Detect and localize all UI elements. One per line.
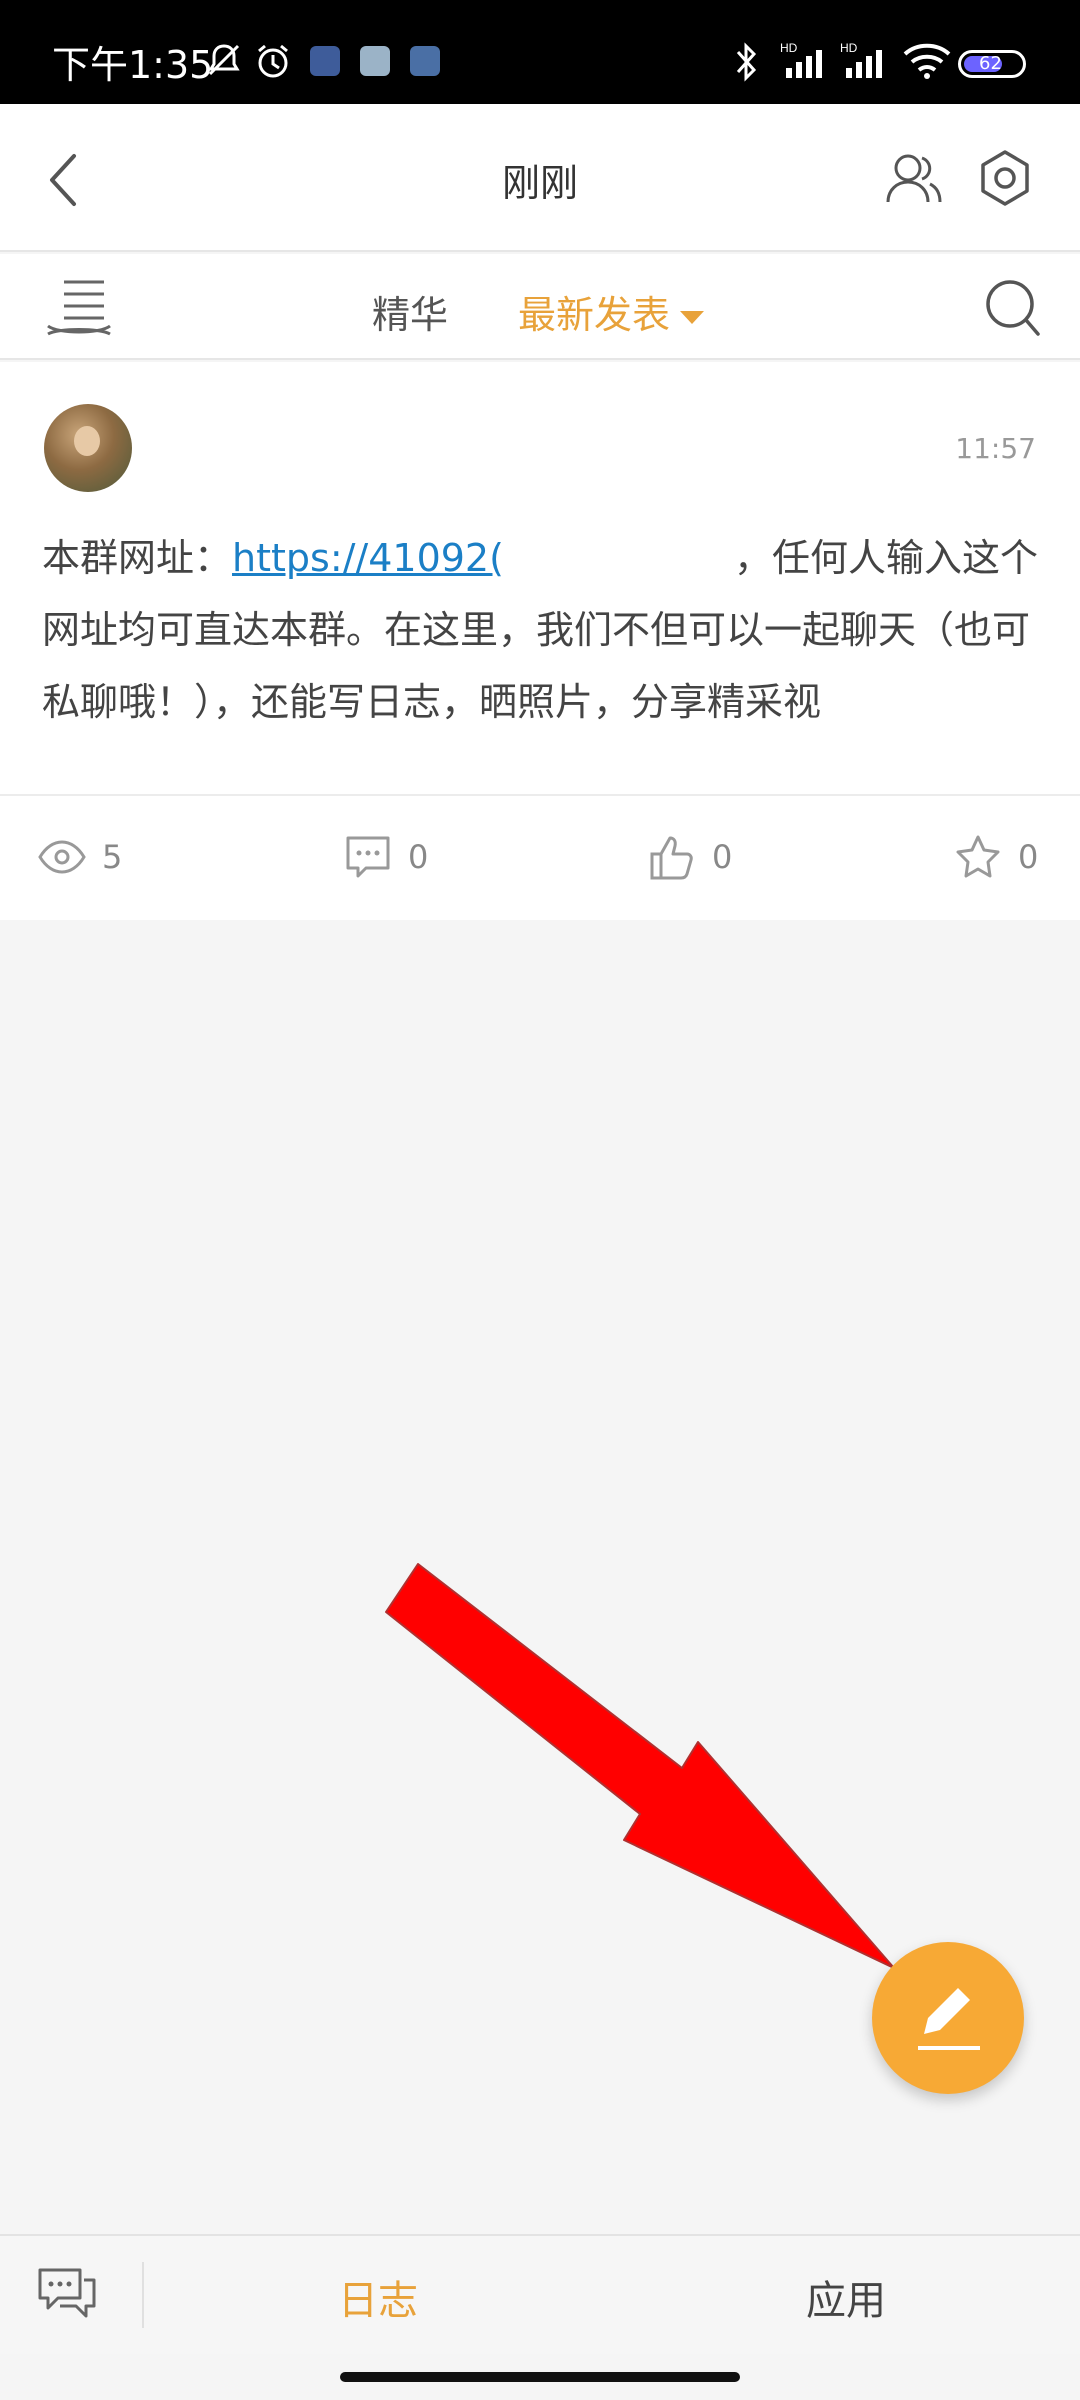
- chat-icon[interactable]: [34, 2262, 100, 2326]
- bottom-nav: 日志 应用: [0, 2234, 1080, 2354]
- tab-apps[interactable]: 应用: [806, 2268, 886, 2326]
- compose-button[interactable]: [872, 1942, 1024, 2094]
- home-indicator[interactable]: [340, 2372, 740, 2382]
- tab-journal[interactable]: 日志: [338, 2268, 418, 2326]
- divider: [142, 2262, 144, 2328]
- pencil-icon: [918, 1988, 980, 2050]
